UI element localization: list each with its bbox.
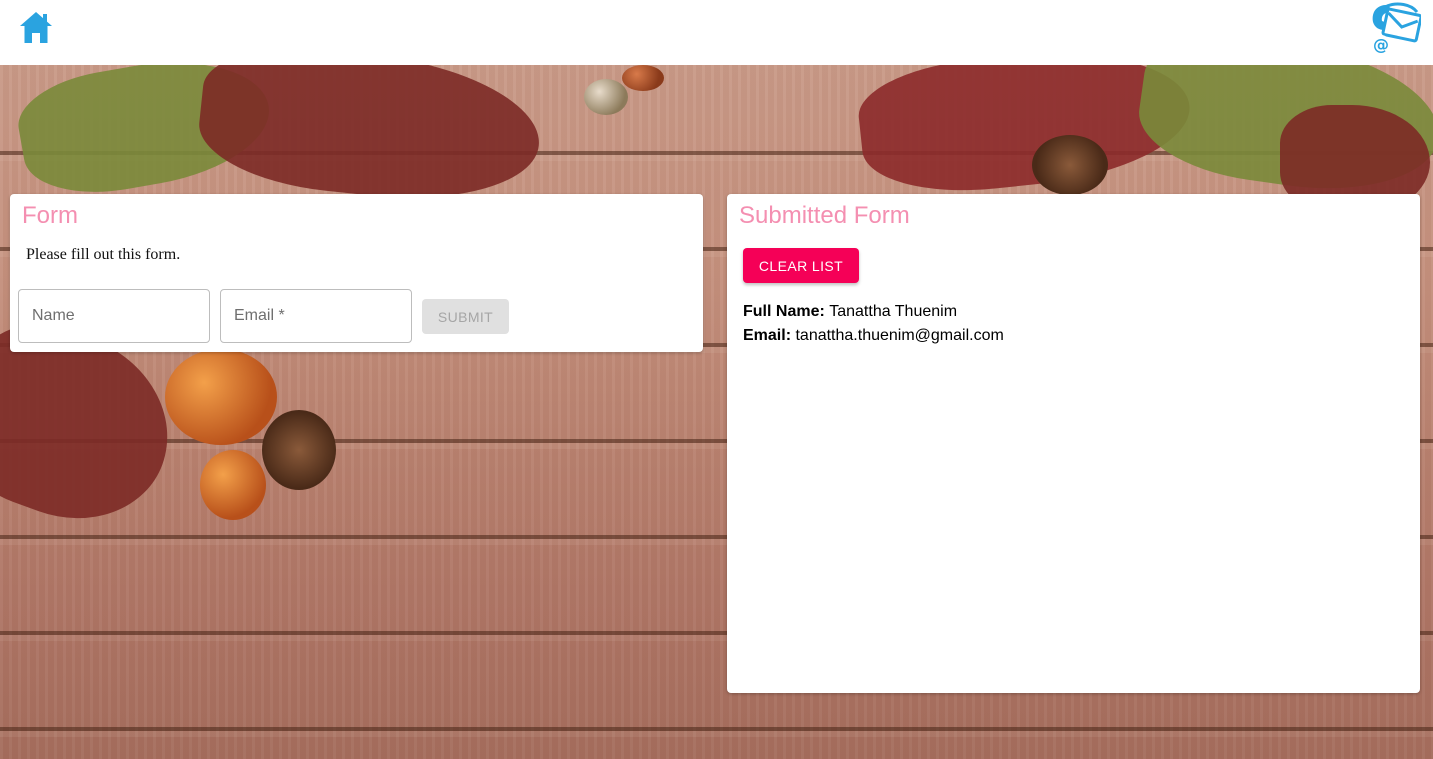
pumpkin-decoration (165, 349, 277, 445)
pumpkin-decoration (200, 450, 266, 520)
email-input[interactable] (221, 290, 411, 342)
email-value: tanattha.thuenim@gmail.com (795, 327, 1004, 344)
clear-list-button[interactable]: CLEAR LIST (743, 248, 859, 283)
pinecone-decoration (1032, 135, 1108, 195)
acorn-decoration (622, 65, 664, 91)
name-input[interactable] (19, 290, 209, 342)
email-label: Email: (743, 327, 796, 344)
submitted-form-title: Submitted Form (739, 202, 910, 229)
full-name-label: Full Name: (743, 303, 830, 320)
form-card: Form Please fill out this form. SUBMIT (10, 194, 703, 352)
email-field[interactable] (220, 289, 412, 343)
submitted-form-card: Submitted Form CLEAR LIST Full Name: Tan… (727, 194, 1420, 693)
full-name-value: Tanattha Thuenim (829, 303, 958, 320)
home-icon[interactable] (18, 9, 54, 45)
submit-button[interactable]: SUBMIT (422, 299, 509, 334)
acorn-decoration (584, 79, 628, 115)
name-field[interactable] (18, 289, 210, 343)
submitted-full-name: Full Name: Tanattha Thuenim (743, 303, 957, 321)
form-instructions: Please fill out this form. (26, 246, 181, 263)
submitted-email: Email: tanattha.thuenim@gmail.com (743, 327, 1004, 345)
red-leaf-decoration (193, 65, 547, 213)
pinecone-decoration (262, 410, 336, 490)
svg-text:@: @ (1373, 35, 1389, 54)
top-bar: @ (0, 0, 1433, 65)
phone-email-icon[interactable]: @ (1367, 2, 1421, 54)
form-title: Form (22, 202, 78, 229)
